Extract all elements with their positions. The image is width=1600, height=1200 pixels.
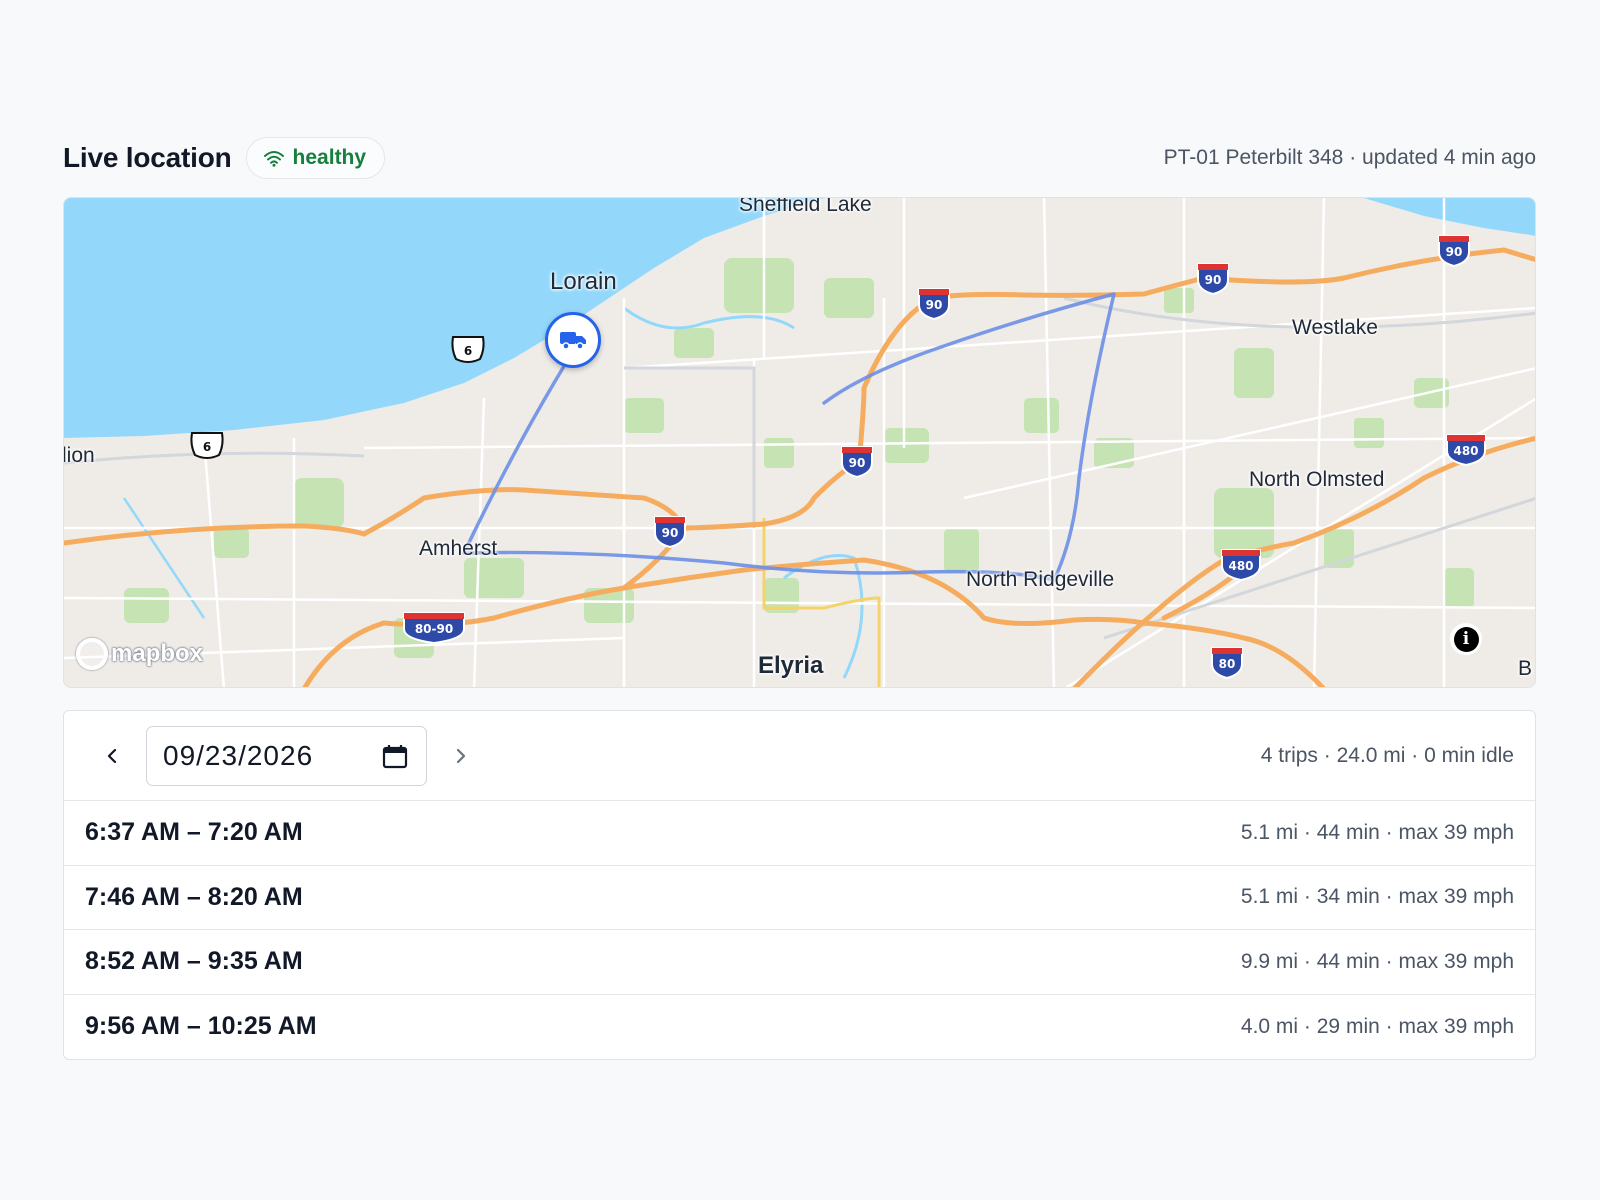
city-sheffield-lake: Sheffield Lake: [739, 197, 872, 216]
trip-row[interactable]: 6:37 AM – 7:20 AM 5.1 mi · 44 min · max …: [64, 801, 1535, 866]
city-lorain: Lorain: [550, 268, 617, 295]
vehicle-meta: PT-01 Peterbilt 348 · updated 4 min ago: [1163, 146, 1536, 169]
previous-day-button[interactable]: [100, 736, 124, 776]
highway-shields: 90 90 90 90 90 480 480 80 80-90 6 6: [190, 235, 1486, 680]
info-icon: i: [1453, 626, 1479, 652]
date-input[interactable]: 09/23/2026: [146, 725, 427, 786]
next-day-button[interactable]: [449, 736, 473, 776]
city-edge-b: B: [1518, 657, 1533, 680]
trip-stats: 9.9 mi · 44 min · max 39 mph: [1240, 949, 1514, 973]
shield-i90-2: 90: [1205, 273, 1222, 287]
truck-icon: [560, 332, 586, 350]
city-lion: lion: [63, 444, 95, 467]
mapbox-attribution[interactable]: mapbox: [76, 638, 203, 670]
vehicle-marker[interactable]: [545, 312, 601, 368]
mapbox-logo-icon: [76, 638, 108, 670]
map-view[interactable]: 90 90 90 90 90 480 480 80 80-90 6 6 Shef…: [63, 197, 1536, 688]
city-north-olmsted: North Olmsted: [1249, 468, 1385, 491]
trip-row[interactable]: 9:56 AM – 10:25 AM 4.0 mi · 29 min · max…: [64, 995, 1535, 1060]
shield-i480-2: 480: [1228, 559, 1253, 573]
shield-i480-1: 480: [1453, 444, 1478, 458]
city-amherst: Amherst: [419, 537, 498, 560]
wifi-icon: [263, 151, 284, 167]
shield-i80-90: 80-90: [415, 622, 453, 636]
trip-stats: 5.1 mi · 34 min · max 39 mph: [1240, 885, 1514, 909]
shield-i90-4: 90: [849, 456, 866, 470]
status-badge: healthy: [245, 137, 386, 179]
trip-route: 90 90 90 90 90 480 480 80 80-90 6 6: [190, 235, 1486, 680]
mapbox-logo-text: mapbox: [111, 640, 204, 667]
shield-i90-1: 90: [926, 298, 943, 312]
status-badge-label: healthy: [292, 146, 367, 169]
trip-row[interactable]: 7:46 AM – 8:20 AM 5.1 mi · 34 min · max …: [64, 866, 1535, 930]
trip-stats: 5.1 mi · 44 min · max 39 mph: [1240, 820, 1514, 844]
shield-us6-1: 6: [464, 344, 472, 358]
chevron-right-icon: [456, 748, 466, 763]
date-input-value: 09/23/2026: [163, 739, 314, 771]
city-elyria: Elyria: [758, 652, 824, 679]
panel-header: Live location healthy PT-01 Peterbilt 34…: [63, 136, 1536, 180]
trip-time: 9:56 AM – 10:25 AM: [85, 1012, 317, 1041]
page-title: Live location: [63, 142, 232, 173]
shield-i80: 80: [1219, 657, 1236, 671]
city-north-ridgeville: North Ridgeville: [966, 568, 1115, 591]
chevron-left-icon: [107, 748, 117, 763]
date-navigator: 09/23/2026 4 trips · 24.0 mi · 0 min idl…: [64, 711, 1535, 801]
shield-i90-5: 90: [662, 526, 679, 540]
shield-i90-3: 90: [1446, 245, 1463, 259]
live-location-panel: Live location healthy PT-01 Peterbilt 34…: [63, 136, 1536, 1060]
trips-panel: 09/23/2026 4 trips · 24.0 mi · 0 min idl…: [63, 710, 1536, 1060]
header-left: Live location healthy: [63, 137, 386, 179]
trip-row[interactable]: 8:52 AM – 9:35 AM 9.9 mi · 44 min · max …: [64, 930, 1535, 995]
trip-time: 6:37 AM – 7:20 AM: [85, 818, 303, 847]
shield-us6-2: 6: [203, 440, 211, 454]
trip-time: 8:52 AM – 9:35 AM: [85, 947, 303, 976]
calendar-icon[interactable]: [382, 743, 408, 769]
map-info-button[interactable]: i: [1450, 623, 1482, 655]
trip-summary: 4 trips · 24.0 mi · 0 min idle: [1260, 743, 1514, 767]
city-westlake: Westlake: [1292, 316, 1378, 339]
trip-time: 7:46 AM – 8:20 AM: [85, 882, 303, 911]
trip-stats: 4.0 mi · 29 min · max 39 mph: [1240, 1014, 1514, 1038]
